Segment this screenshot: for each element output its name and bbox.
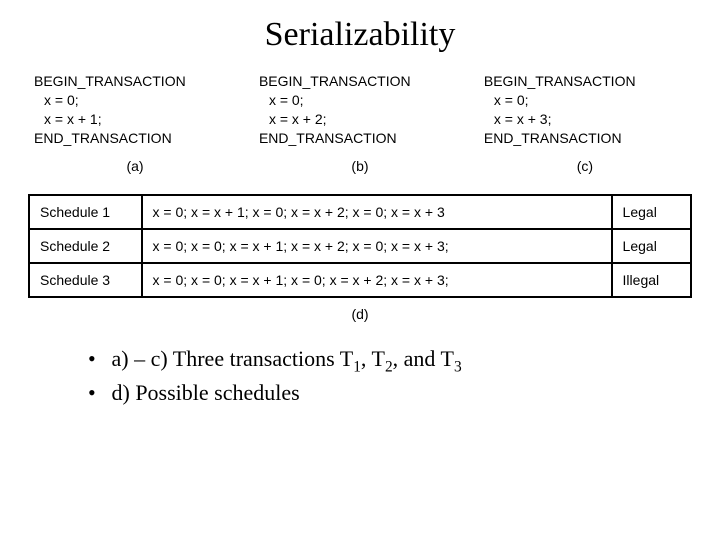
transaction-c: BEGIN_TRANSACTION x = 0; x = x + 3; END_… <box>484 72 686 148</box>
subscript: 3 <box>454 358 462 375</box>
schedule-result: Illegal <box>612 263 691 297</box>
label-d: (d) <box>28 306 692 322</box>
tx-line: x = 0; <box>259 91 461 110</box>
bullet-item: • d) Possible schedules <box>88 378 692 409</box>
tx-end: END_TRANSACTION <box>484 129 686 148</box>
transactions-row: BEGIN_TRANSACTION x = 0; x = x + 1; END_… <box>34 72 686 148</box>
table-row: Schedule 3 x = 0; x = 0; x = x + 1; x = … <box>29 263 691 297</box>
tx-line: x = x + 2; <box>259 110 461 129</box>
transaction-a: BEGIN_TRANSACTION x = 0; x = x + 1; END_… <box>34 72 236 148</box>
schedule-result: Legal <box>612 195 691 229</box>
label-a: (a) <box>34 158 236 174</box>
slide: Serializability BEGIN_TRANSACTION x = 0;… <box>0 0 720 540</box>
tx-end: END_TRANSACTION <box>34 129 236 148</box>
tx-line: x = 0; <box>34 91 236 110</box>
schedules-table: Schedule 1 x = 0; x = x + 1; x = 0; x = … <box>28 194 692 298</box>
bullet-dot-icon: • <box>88 378 106 409</box>
label-c: (c) <box>484 158 686 174</box>
label-b: (b) <box>259 158 461 174</box>
tx-begin: BEGIN_TRANSACTION <box>484 72 686 91</box>
schedule-name: Schedule 1 <box>29 195 142 229</box>
schedule-ops: x = 0; x = x + 1; x = 0; x = x + 2; x = … <box>142 195 612 229</box>
schedule-result: Legal <box>612 229 691 263</box>
bullet-list: • a) – c) Three transactions T1, T2, and… <box>88 344 692 409</box>
transaction-labels: (a) (b) (c) <box>34 158 686 174</box>
tx-line: x = x + 1; <box>34 110 236 129</box>
tx-line: x = 0; <box>484 91 686 110</box>
tx-line: x = x + 3; <box>484 110 686 129</box>
tx-begin: BEGIN_TRANSACTION <box>34 72 236 91</box>
slide-title: Serializability <box>28 16 692 54</box>
table-row: Schedule 2 x = 0; x = 0; x = x + 1; x = … <box>29 229 691 263</box>
bullet-text: , T <box>361 346 385 371</box>
schedule-name: Schedule 3 <box>29 263 142 297</box>
schedule-ops: x = 0; x = 0; x = x + 1; x = x + 2; x = … <box>142 229 612 263</box>
tx-begin: BEGIN_TRANSACTION <box>259 72 461 91</box>
table-row: Schedule 1 x = 0; x = x + 1; x = 0; x = … <box>29 195 691 229</box>
bullet-text: d) Possible schedules <box>112 380 300 405</box>
subscript: 2 <box>385 358 393 375</box>
bullet-item: • a) – c) Three transactions T1, T2, and… <box>88 344 692 378</box>
bullet-text: a) – c) Three transactions T <box>112 346 354 371</box>
schedule-ops: x = 0; x = 0; x = x + 1; x = 0; x = x + … <box>142 263 612 297</box>
bullet-text: , and T <box>393 346 454 371</box>
tx-end: END_TRANSACTION <box>259 129 461 148</box>
schedule-name: Schedule 2 <box>29 229 142 263</box>
transaction-b: BEGIN_TRANSACTION x = 0; x = x + 2; END_… <box>259 72 461 148</box>
subscript: 1 <box>353 358 361 375</box>
bullet-dot-icon: • <box>88 344 106 375</box>
